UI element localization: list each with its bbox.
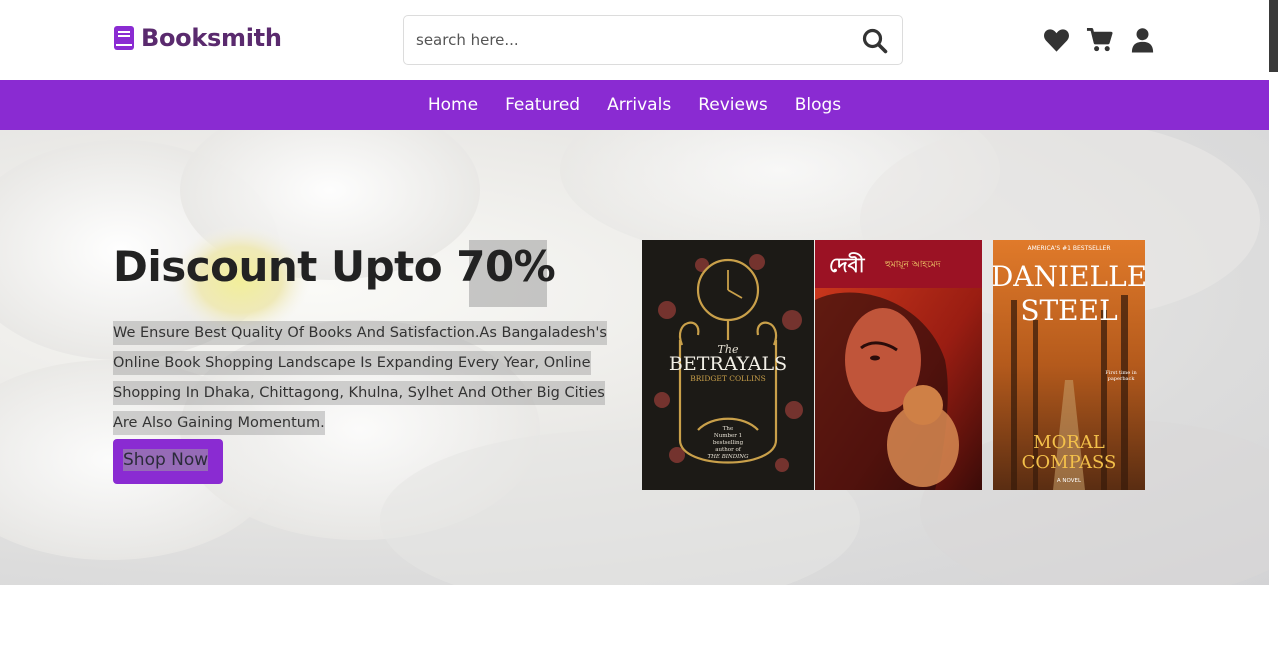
heart-icon[interactable] xyxy=(1043,27,1070,53)
shop-now-button[interactable]: Shop Now xyxy=(113,439,223,484)
svg-text:author of: author of xyxy=(715,447,742,453)
book-cover-debi[interactable]: দেবী হুমায়ূন আহমেদ xyxy=(815,240,982,490)
shop-now-label: Shop Now xyxy=(123,449,209,471)
book-cover-moral-compass[interactable]: AMERICA'S #1 BESTSELLER DANIELLE STEEL F… xyxy=(993,240,1145,490)
header-icons xyxy=(1043,27,1156,53)
nav-home[interactable]: Home xyxy=(428,95,478,115)
hero-description: We Ensure Best Quality Of Books And Sati… xyxy=(113,318,613,438)
search-form xyxy=(403,15,903,65)
brand-name: Booksmith xyxy=(141,24,282,52)
book1-author: BRIDGET COLLINS xyxy=(690,374,766,383)
nav-reviews[interactable]: Reviews xyxy=(698,95,768,115)
book2-author: হুমায়ূন আহমেদ xyxy=(884,260,941,270)
scrollbar-thumb[interactable] xyxy=(1269,0,1278,72)
book1-title: BETRAYALS xyxy=(669,353,787,375)
site-header: Booksmith xyxy=(0,0,1269,80)
nav-arrivals[interactable]: Arrivals xyxy=(607,95,671,115)
book3-format: A NOVEL xyxy=(1057,478,1082,484)
user-icon[interactable] xyxy=(1129,27,1156,53)
book3-title-line1: MORAL xyxy=(1033,432,1105,453)
cart-icon[interactable] xyxy=(1086,27,1113,53)
svg-text:The: The xyxy=(723,426,733,432)
nav-featured[interactable]: Featured xyxy=(505,95,580,115)
search-input[interactable] xyxy=(416,16,846,64)
nav-blogs[interactable]: Blogs xyxy=(795,95,841,115)
book-icon xyxy=(114,26,134,50)
svg-text:Number 1: Number 1 xyxy=(714,433,742,439)
svg-text:paperback: paperback xyxy=(1108,376,1136,382)
book2-title: দেবী xyxy=(829,252,866,277)
svg-text:THE BINDING: THE BINDING xyxy=(707,454,749,460)
svg-text:bestselling: bestselling xyxy=(713,440,744,446)
book-cover-betrayals[interactable]: The BETRAYALS BRIDGET COLLINS The Number… xyxy=(642,240,814,490)
book3-title-line2: COMPASS xyxy=(1022,452,1117,473)
book3-author-line2: STEEL xyxy=(1020,294,1117,327)
main-navbar: Home Featured Arrivals Reviews Blogs xyxy=(0,80,1269,130)
book3-tagline: AMERICA'S #1 BESTSELLER xyxy=(1027,245,1110,252)
logo[interactable]: Booksmith xyxy=(113,24,282,52)
hero-title: Discount Upto 70% xyxy=(113,242,556,291)
search-icon[interactable] xyxy=(862,28,888,54)
book3-author-line1: DANIELLE xyxy=(993,260,1145,293)
